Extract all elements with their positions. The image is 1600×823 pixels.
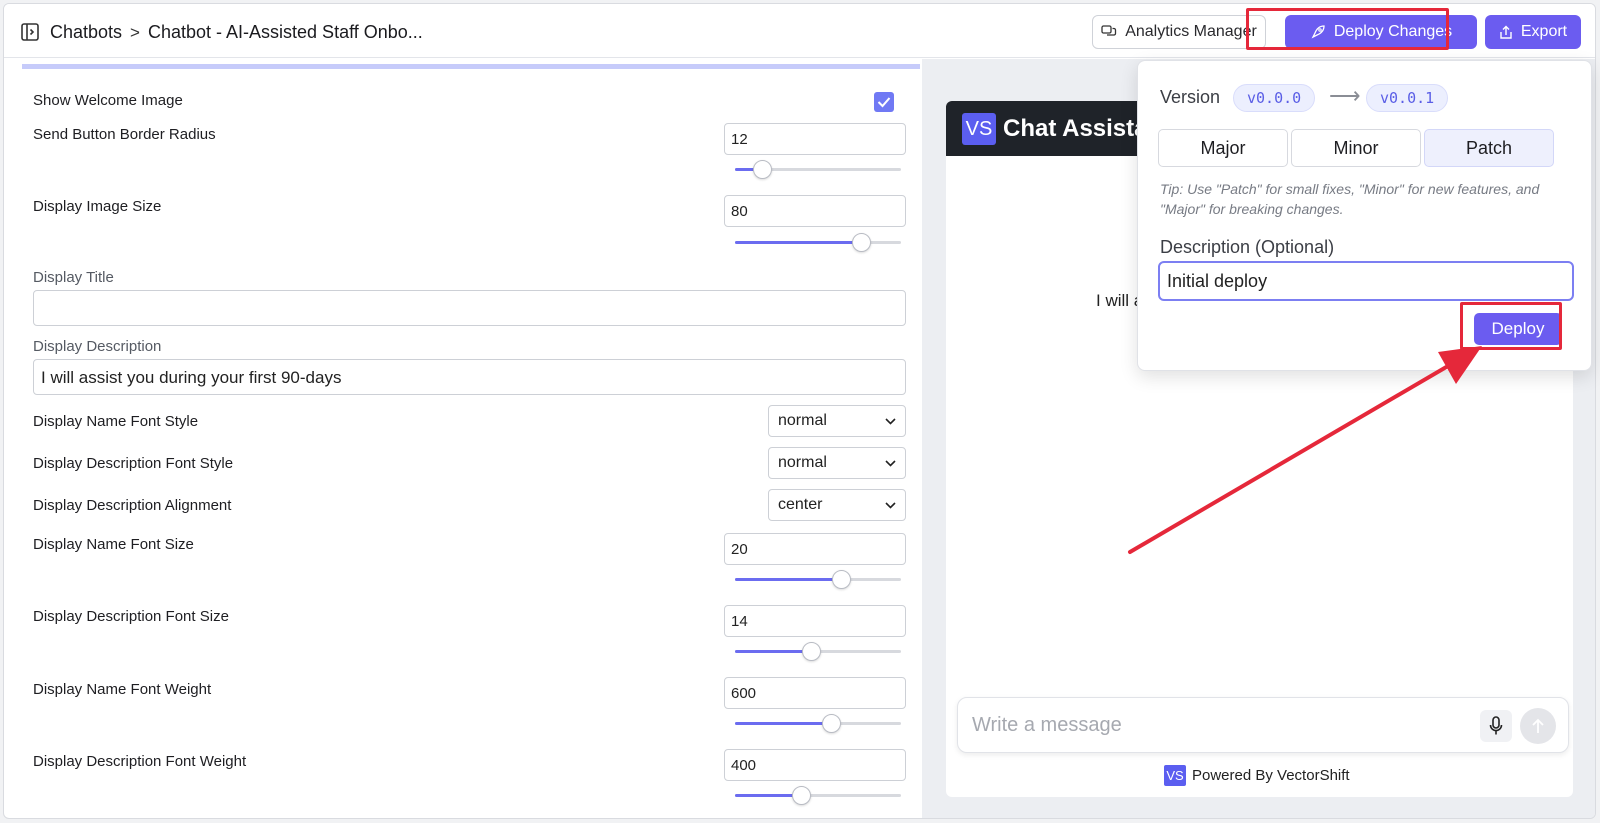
slider-thumb[interactable]: [792, 786, 812, 805]
chevron-down-icon: [885, 459, 896, 467]
slider-thumb[interactable]: [822, 714, 842, 733]
version-label: Version: [1160, 87, 1221, 107]
send-button[interactable]: [1520, 708, 1556, 744]
breadcrumb: Chatbots > Chatbot - AI-Assisted Staff O…: [50, 22, 423, 43]
rocket-icon: [1311, 25, 1325, 39]
display-description-input[interactable]: I will assist you during your first 90-d…: [33, 359, 906, 395]
show-welcome-image-checkbox[interactable]: [874, 92, 894, 112]
description-label: Description (Optional): [1160, 237, 1335, 257]
analytics-manager-button[interactable]: Analytics Manager: [1092, 15, 1266, 49]
export-button[interactable]: Export: [1485, 15, 1581, 49]
arrow-up-icon: [1532, 718, 1544, 733]
select-value: normal: [778, 454, 827, 471]
deploy-changes-button[interactable]: Deploy Changes: [1285, 15, 1477, 49]
slider-fill: [735, 241, 862, 244]
display-description-alignment-label: Display Description Alignment: [33, 497, 232, 514]
message-input[interactable]: Write a message: [957, 697, 1569, 753]
top-header: Chatbots > Chatbot - AI-Assisted Staff O…: [4, 4, 1595, 58]
select-value: normal: [778, 412, 827, 429]
display-name-font-style-select[interactable]: normal: [768, 405, 906, 437]
powered-by: VS Powered By VectorShift: [1164, 765, 1350, 786]
vectorshift-logo: VS: [962, 113, 996, 145]
version-option-minor[interactable]: Minor: [1291, 129, 1421, 167]
export-label: Export: [1520, 23, 1568, 40]
send-button-border-radius-slider[interactable]: [735, 160, 901, 179]
display-title-input[interactable]: [33, 290, 906, 326]
display-image-size-label: Display Image Size: [33, 198, 162, 215]
display-description-font-style-label: Display Description Font Style: [33, 455, 234, 472]
send-button-border-radius-input[interactable]: 12: [724, 123, 906, 155]
deploy-popover: Version v0.0.0 ⟶ v0.0.1 Major Minor Patc…: [1137, 60, 1592, 371]
display-name-font-size-input[interactable]: 20: [724, 533, 906, 565]
slider-thumb[interactable]: [802, 642, 822, 661]
settings-panel: Show Welcome Image Send Button Border Ra…: [22, 64, 920, 818]
breadcrumb-separator: >: [130, 22, 140, 42]
breadcrumb-current: Chatbot - AI-Assisted Staff Onbo...: [147, 22, 423, 42]
display-description-label: Display Description: [33, 338, 162, 355]
display-name-font-size-slider[interactable]: [735, 570, 901, 589]
microphone-button[interactable]: [1480, 710, 1512, 742]
show-welcome-image-label: Show Welcome Image: [33, 92, 183, 109]
display-description-font-size-slider[interactable]: [735, 642, 901, 661]
slider-fill: [735, 722, 832, 725]
display-title-label: Display Title: [33, 269, 114, 286]
check-icon: [877, 97, 891, 108]
display-name-font-weight-slider[interactable]: [735, 714, 901, 733]
send-button-border-radius-label: Send Button Border Radius: [33, 126, 216, 143]
display-description-font-weight-slider[interactable]: [735, 786, 901, 805]
chevron-down-icon: [885, 417, 896, 425]
from-version-badge: v0.0.0: [1233, 84, 1316, 112]
panel-scroll-indicator: [22, 64, 920, 69]
version-tip: Tip: Use "Patch" for small fixes, "Minor…: [1160, 181, 1540, 217]
slider-thumb[interactable]: [832, 570, 852, 589]
display-description-alignment-select[interactable]: center: [768, 489, 906, 521]
display-name-font-style-label: Display Name Font Style: [33, 413, 199, 430]
display-description-font-style-select[interactable]: normal: [768, 447, 906, 479]
display-image-size-slider[interactable]: [735, 233, 901, 252]
display-description-font-size-label: Display Description Font Size: [33, 608, 229, 625]
deploy-button[interactable]: Deploy: [1474, 313, 1562, 345]
vectorshift-mini-logo: VS: [1164, 765, 1186, 786]
display-name-font-weight-input[interactable]: 600: [724, 677, 906, 709]
export-icon: [1500, 25, 1512, 39]
microphone-icon: [1489, 716, 1503, 735]
message-placeholder: Write a message: [972, 714, 1122, 736]
to-version-badge: v0.0.1: [1366, 84, 1449, 112]
select-value: center: [778, 496, 823, 513]
arrow-right-icon: ⟶: [1329, 83, 1361, 108]
display-name-font-weight-label: Display Name Font Weight: [33, 681, 212, 698]
slider-fill: [735, 650, 812, 653]
version-option-patch[interactable]: Patch: [1424, 129, 1554, 167]
deploy-changes-label: Deploy Changes: [1333, 23, 1453, 40]
display-description-font-weight-input[interactable]: 400: [724, 749, 906, 781]
version-option-major[interactable]: Major: [1158, 129, 1288, 167]
powered-by-text: Powered By VectorShift: [1192, 767, 1350, 784]
display-description-font-size-input[interactable]: 14: [724, 605, 906, 637]
breadcrumb-chatbots[interactable]: Chatbots: [50, 22, 122, 43]
analytics-manager-label: Analytics Manager: [1125, 23, 1257, 40]
sidebar-toggle-icon[interactable]: [21, 23, 39, 41]
display-image-size-input[interactable]: 80: [724, 195, 906, 227]
display-name-font-size-label: Display Name Font Size: [33, 536, 194, 553]
chat-bubbles-icon: [1101, 25, 1117, 36]
slider-thumb[interactable]: [752, 160, 772, 179]
slider-fill: [735, 578, 842, 581]
slider-thumb[interactable]: [852, 233, 872, 252]
description-input[interactable]: Initial deploy: [1158, 261, 1574, 301]
display-description-font-weight-label: Display Description Font Weight: [33, 753, 247, 770]
chevron-down-icon: [885, 501, 896, 509]
